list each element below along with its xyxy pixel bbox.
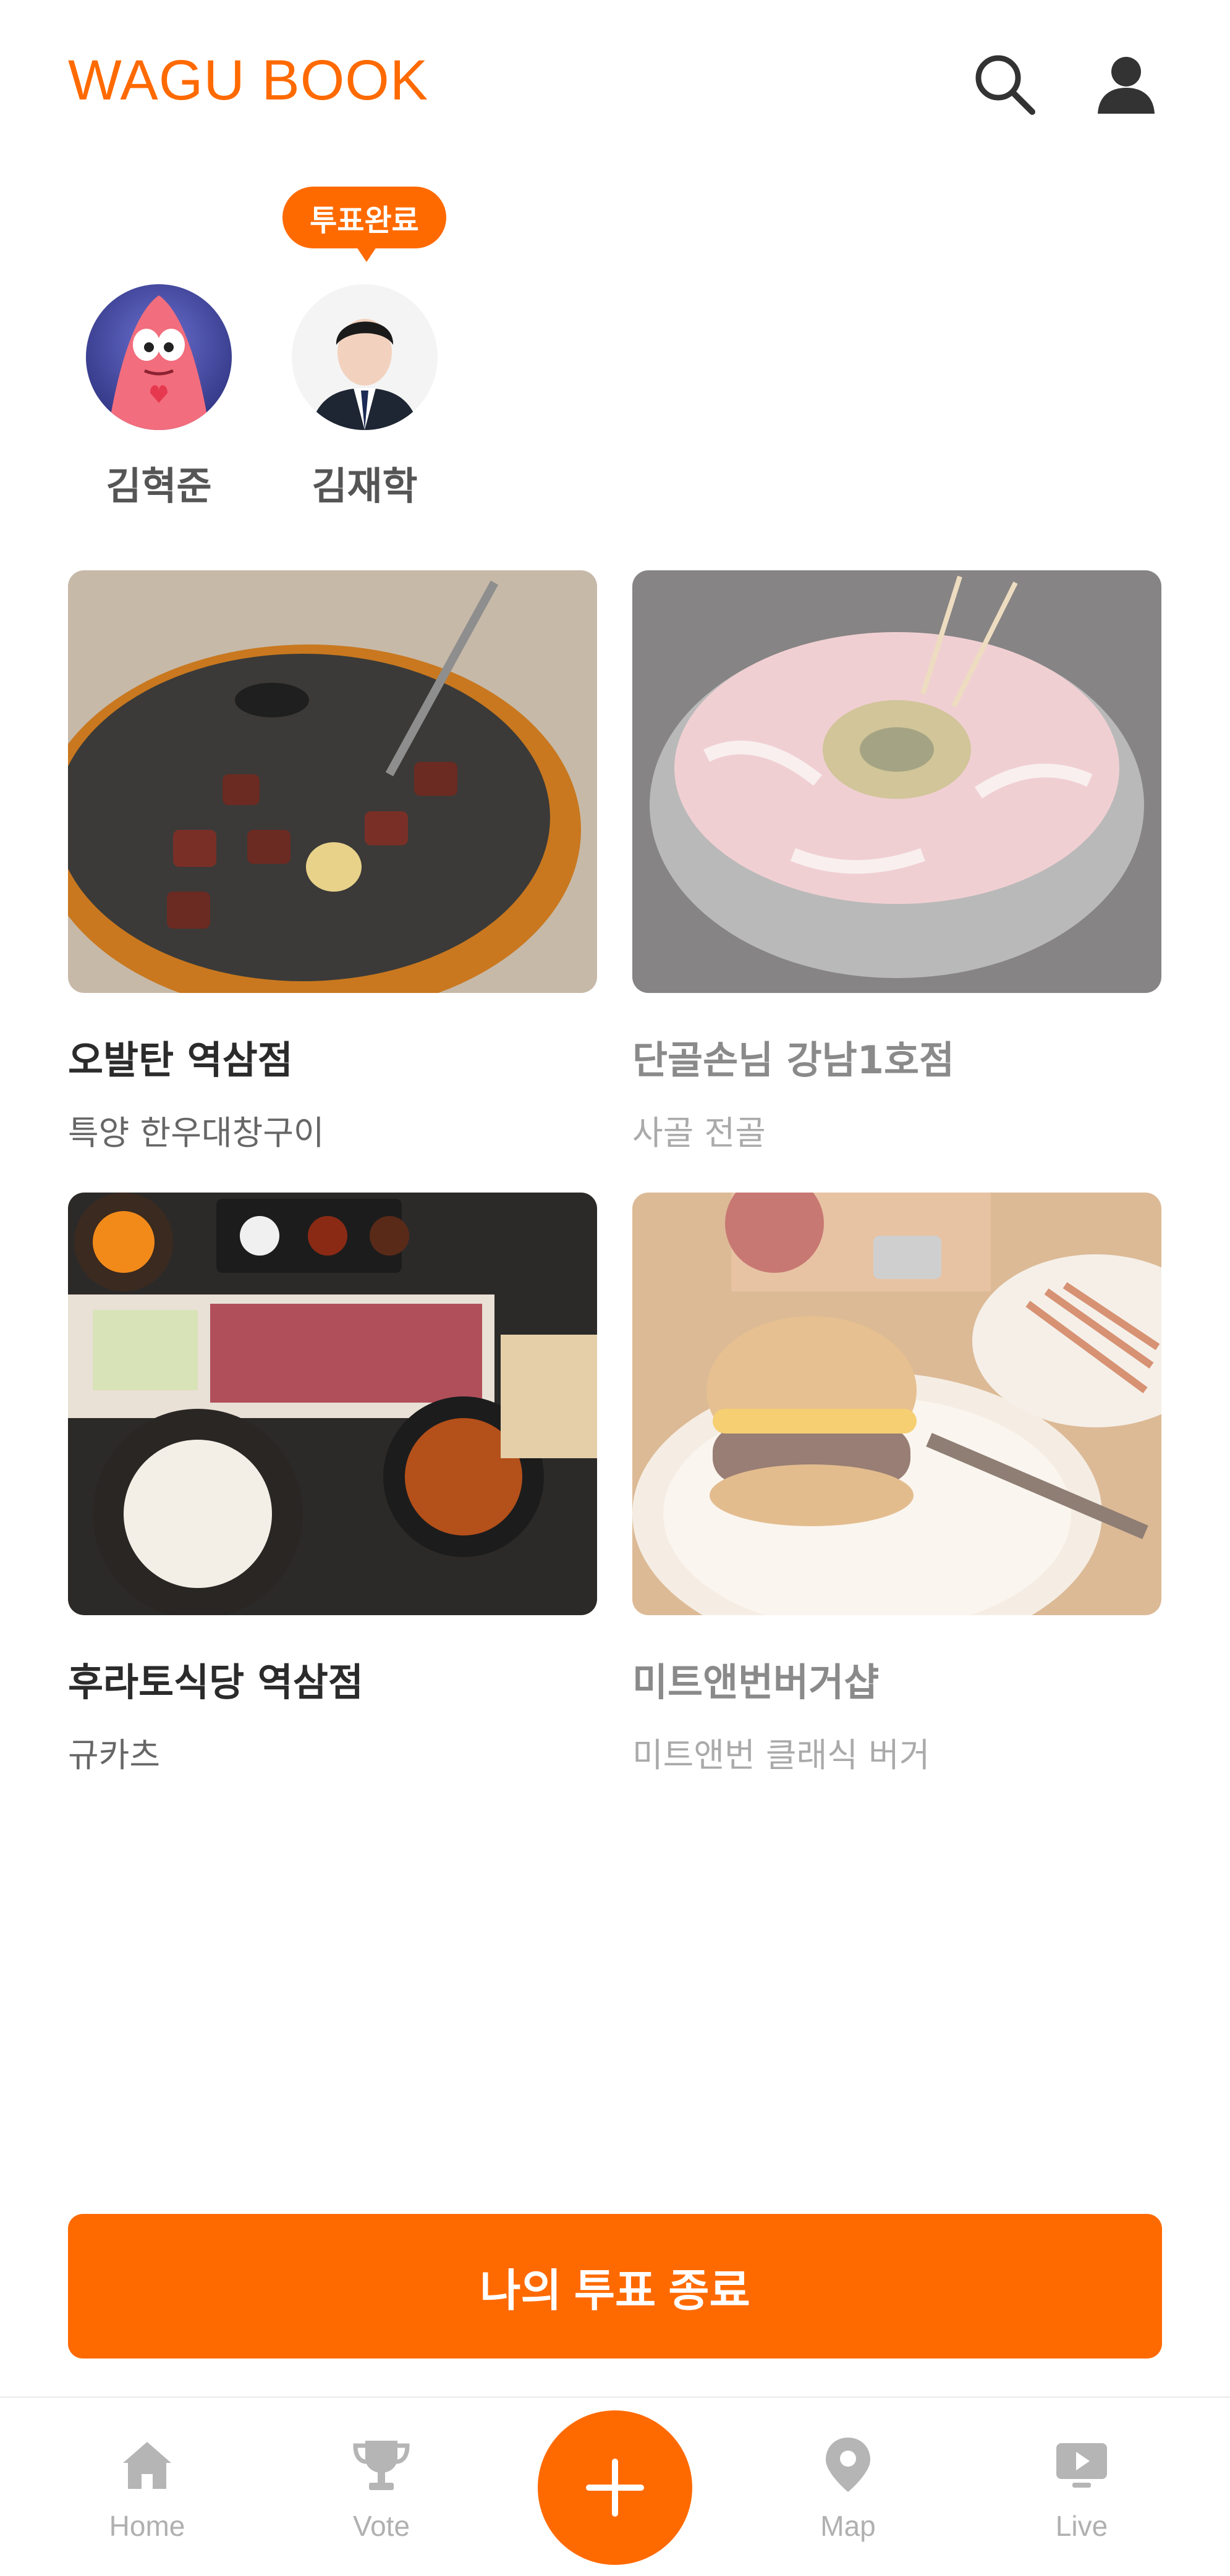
voter-item[interactable]: 김혁준	[85, 284, 233, 510]
nav-home-label: Home	[109, 2510, 185, 2542]
plus-icon	[586, 2459, 644, 2517]
restaurant-card[interactable]: 오발탄 역삼점 특양 한우대창구이	[68, 570, 597, 1154]
restaurant-name: 미트앤번버거샵	[632, 1660, 880, 1705]
restaurant-photo	[632, 1193, 1161, 1615]
search-icon[interactable]	[967, 47, 1041, 121]
restaurant-name: 단골손님 강남1호점	[632, 1037, 955, 1083]
bottom-nav: Home Vote Map Live	[0, 2396, 1230, 2576]
restaurant-menu: 규카츠	[68, 1736, 161, 1775]
nav-live-label: Live	[1055, 2510, 1108, 2542]
nav-live[interactable]: Live	[1007, 2398, 1156, 2576]
restaurant-photo	[68, 1193, 597, 1615]
voter-item[interactable]: 김재학	[291, 284, 439, 510]
voter-name: 김혁준	[106, 463, 212, 509]
voter-name: 김재학	[312, 463, 418, 509]
app-logo[interactable]: WAGU BOOK	[68, 48, 428, 113]
nav-vote-label: Vote	[352, 2510, 410, 2542]
restaurant-card[interactable]: 후라토식당 역삼점 규카츠	[68, 1193, 597, 1776]
restaurant-menu: 특양 한우대창구이	[68, 1113, 324, 1152]
avatar	[292, 284, 438, 430]
end-vote-button[interactable]: 나의 투표 종료	[68, 2214, 1162, 2359]
restaurant-photo	[68, 570, 597, 993]
restaurant-menu: 사골 전골	[632, 1113, 766, 1152]
vote-complete-badge: 투표완료	[282, 187, 446, 262]
home-icon	[116, 2434, 178, 2496]
restaurant-card[interactable]: 미트앤번버거샵 미트앤번 클래식 버거	[632, 1193, 1161, 1776]
restaurant-name: 후라토식당 역삼점	[68, 1660, 363, 1705]
nav-map-label: Map	[820, 2510, 876, 2542]
restaurant-name: 오발탄 역삼점	[68, 1037, 293, 1083]
user-icon[interactable]	[1089, 47, 1163, 121]
avatar	[86, 284, 232, 430]
add-button[interactable]	[538, 2410, 692, 2565]
restaurant-card[interactable]: 단골손님 강남1호점 사골 전골	[632, 570, 1161, 1154]
restaurant-photo	[632, 570, 1161, 993]
live-icon	[1051, 2434, 1113, 2496]
nav-vote[interactable]: Vote	[307, 2398, 456, 2576]
app-header: WAGU BOOK	[0, 0, 1230, 161]
nav-home[interactable]: Home	[73, 2398, 221, 2576]
nav-map[interactable]: Map	[774, 2398, 922, 2576]
restaurant-menu: 미트앤번 클래식 버거	[632, 1736, 930, 1775]
trophy-icon	[350, 2434, 412, 2496]
map-pin-icon	[817, 2434, 879, 2496]
